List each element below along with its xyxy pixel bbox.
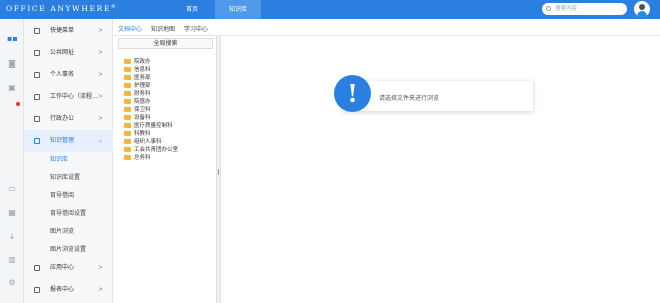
folder-icon xyxy=(124,98,131,104)
folder-item[interactable]: 总务科 xyxy=(124,154,151,162)
report-icon xyxy=(34,287,40,293)
folder-icon xyxy=(124,146,131,152)
chevron-right-icon: > xyxy=(98,264,104,271)
chat-icon[interactable]: ▣ xyxy=(7,83,17,92)
sub-item-image-browse[interactable]: 图片浏览 xyxy=(24,223,113,241)
top-bar: OFFICE ANYWHERE® 首页 知识库 搜索内容 xyxy=(0,0,660,19)
notice-text: 请选择文件夹进行浏览 xyxy=(379,95,440,102)
folder-icon xyxy=(124,154,131,160)
menu-item-admin-office[interactable]: 行政办公 > xyxy=(24,108,113,130)
folder-icon xyxy=(124,114,131,120)
tab-learning-center[interactable]: 学习中心 xyxy=(184,24,208,33)
trash-icon[interactable]: ▥ xyxy=(7,255,17,264)
menu-item-public-urls[interactable]: 公共网址 > xyxy=(24,42,113,64)
folder-item[interactable]: 医务部 xyxy=(124,74,151,82)
folder-icon xyxy=(124,74,131,80)
contacts-icon[interactable]: ◙ xyxy=(7,59,17,68)
folder-item[interactable]: 院政办 xyxy=(124,58,151,66)
menu-item-personal-affairs[interactable]: 个人事务 > xyxy=(24,64,113,86)
icon-rail: ▪▪ ◙ ▣ ▭ ▦ ↓ ▥ ⚙ xyxy=(0,19,24,303)
chevron-right-icon: > xyxy=(98,115,104,122)
menu-item-work-center[interactable]: 工作中心（流程... > xyxy=(24,86,113,108)
folder-icon xyxy=(124,130,131,136)
folder-item[interactable]: 保卫科 xyxy=(124,106,151,114)
folder-item[interactable]: 财务科 xyxy=(124,90,151,98)
menu-item-knowledge-management[interactable]: 知识管理 ⌄ xyxy=(24,130,113,152)
folder-icon xyxy=(124,90,131,96)
tab-knowledge-base[interactable]: 知识库 xyxy=(215,0,261,19)
avatar[interactable] xyxy=(634,1,650,17)
pane-splitter[interactable] xyxy=(216,36,221,303)
calendar-icon[interactable]: ▦ xyxy=(7,208,17,217)
folder-icon xyxy=(124,66,131,72)
app-logo: OFFICE ANYWHERE® xyxy=(6,4,118,13)
drag-handle-icon xyxy=(218,169,219,175)
folder-item[interactable]: 医疗质量控制科 xyxy=(124,122,173,130)
tab-home[interactable]: 首页 xyxy=(174,0,210,19)
chevron-right-icon: > xyxy=(98,49,104,56)
book-icon xyxy=(34,138,40,144)
folder-item[interactable]: 护理部 xyxy=(124,82,151,90)
monitor-icon[interactable]: ▭ xyxy=(7,184,17,193)
folder-item[interactable]: 院感办 xyxy=(124,98,151,106)
tab-document-center[interactable]: 文档中心 xyxy=(118,24,142,33)
user-icon xyxy=(34,72,40,78)
search-icon xyxy=(546,6,551,11)
folder-icon xyxy=(124,106,131,112)
sub-item-borrowing-settings[interactable]: 育导借阅设置 xyxy=(24,205,113,223)
sub-item-borrowing[interactable]: 育导借阅 xyxy=(24,187,113,205)
sub-header: 文档中心 知识地图 学习中心 xyxy=(113,19,660,36)
menu-item-shortcuts[interactable]: 快捷菜单 > xyxy=(24,20,113,42)
sub-item-knowledge-base[interactable]: 知识库 xyxy=(24,151,113,169)
folder-icon xyxy=(124,138,131,144)
folder-icon xyxy=(124,82,131,88)
main-menu: 快捷菜单 > 公共网址 > 个人事务 > 工作中心（流程... > 行政办公 >… xyxy=(24,19,113,303)
search-placeholder: 搜索内容 xyxy=(555,6,578,12)
briefcase-icon xyxy=(34,116,40,122)
apps-icon[interactable]: ▪▪ xyxy=(7,34,18,43)
chevron-right-icon: > xyxy=(98,286,104,293)
chevron-right-icon: > xyxy=(98,93,104,100)
folder-item[interactable]: 组织人事科 xyxy=(124,138,162,146)
folder-icon xyxy=(124,58,131,64)
app-center-icon xyxy=(34,265,40,271)
folder-tree: 全局搜索 院政办 信息科 医务部 护理部 财务科 院感办 保卫科 设备科 医疗质… xyxy=(113,36,216,303)
download-icon[interactable]: ↓ xyxy=(7,232,17,241)
grid-icon xyxy=(34,28,40,34)
workflow-icon xyxy=(34,94,40,100)
globe-icon xyxy=(34,50,40,56)
menu-item-app-center[interactable]: 应用中心 > xyxy=(24,257,113,279)
sub-item-knowledge-base-settings[interactable]: 知识库设置 xyxy=(24,169,113,187)
folder-item[interactable]: 设备科 xyxy=(124,114,151,122)
global-search-button[interactable]: 全局搜索 xyxy=(118,38,213,49)
search-input[interactable]: 搜索内容 xyxy=(542,3,627,15)
menu-item-report-center[interactable]: 报表中心 > xyxy=(24,279,113,301)
folder-item[interactable]: 科教科 xyxy=(124,130,151,138)
notification-badge xyxy=(16,102,20,106)
info-icon: ! xyxy=(334,75,371,112)
chevron-right-icon: > xyxy=(98,27,104,34)
folder-item[interactable]: 工会共青团办公室 xyxy=(124,146,178,154)
tab-knowledge-map[interactable]: 知识地图 xyxy=(151,24,175,33)
folder-item[interactable]: 信息科 xyxy=(124,66,151,74)
folder-icon xyxy=(124,122,131,128)
chevron-right-icon: > xyxy=(98,71,104,78)
settings-icon[interactable]: ⚙ xyxy=(7,278,17,287)
chevron-down-icon: ⌄ xyxy=(98,137,104,144)
